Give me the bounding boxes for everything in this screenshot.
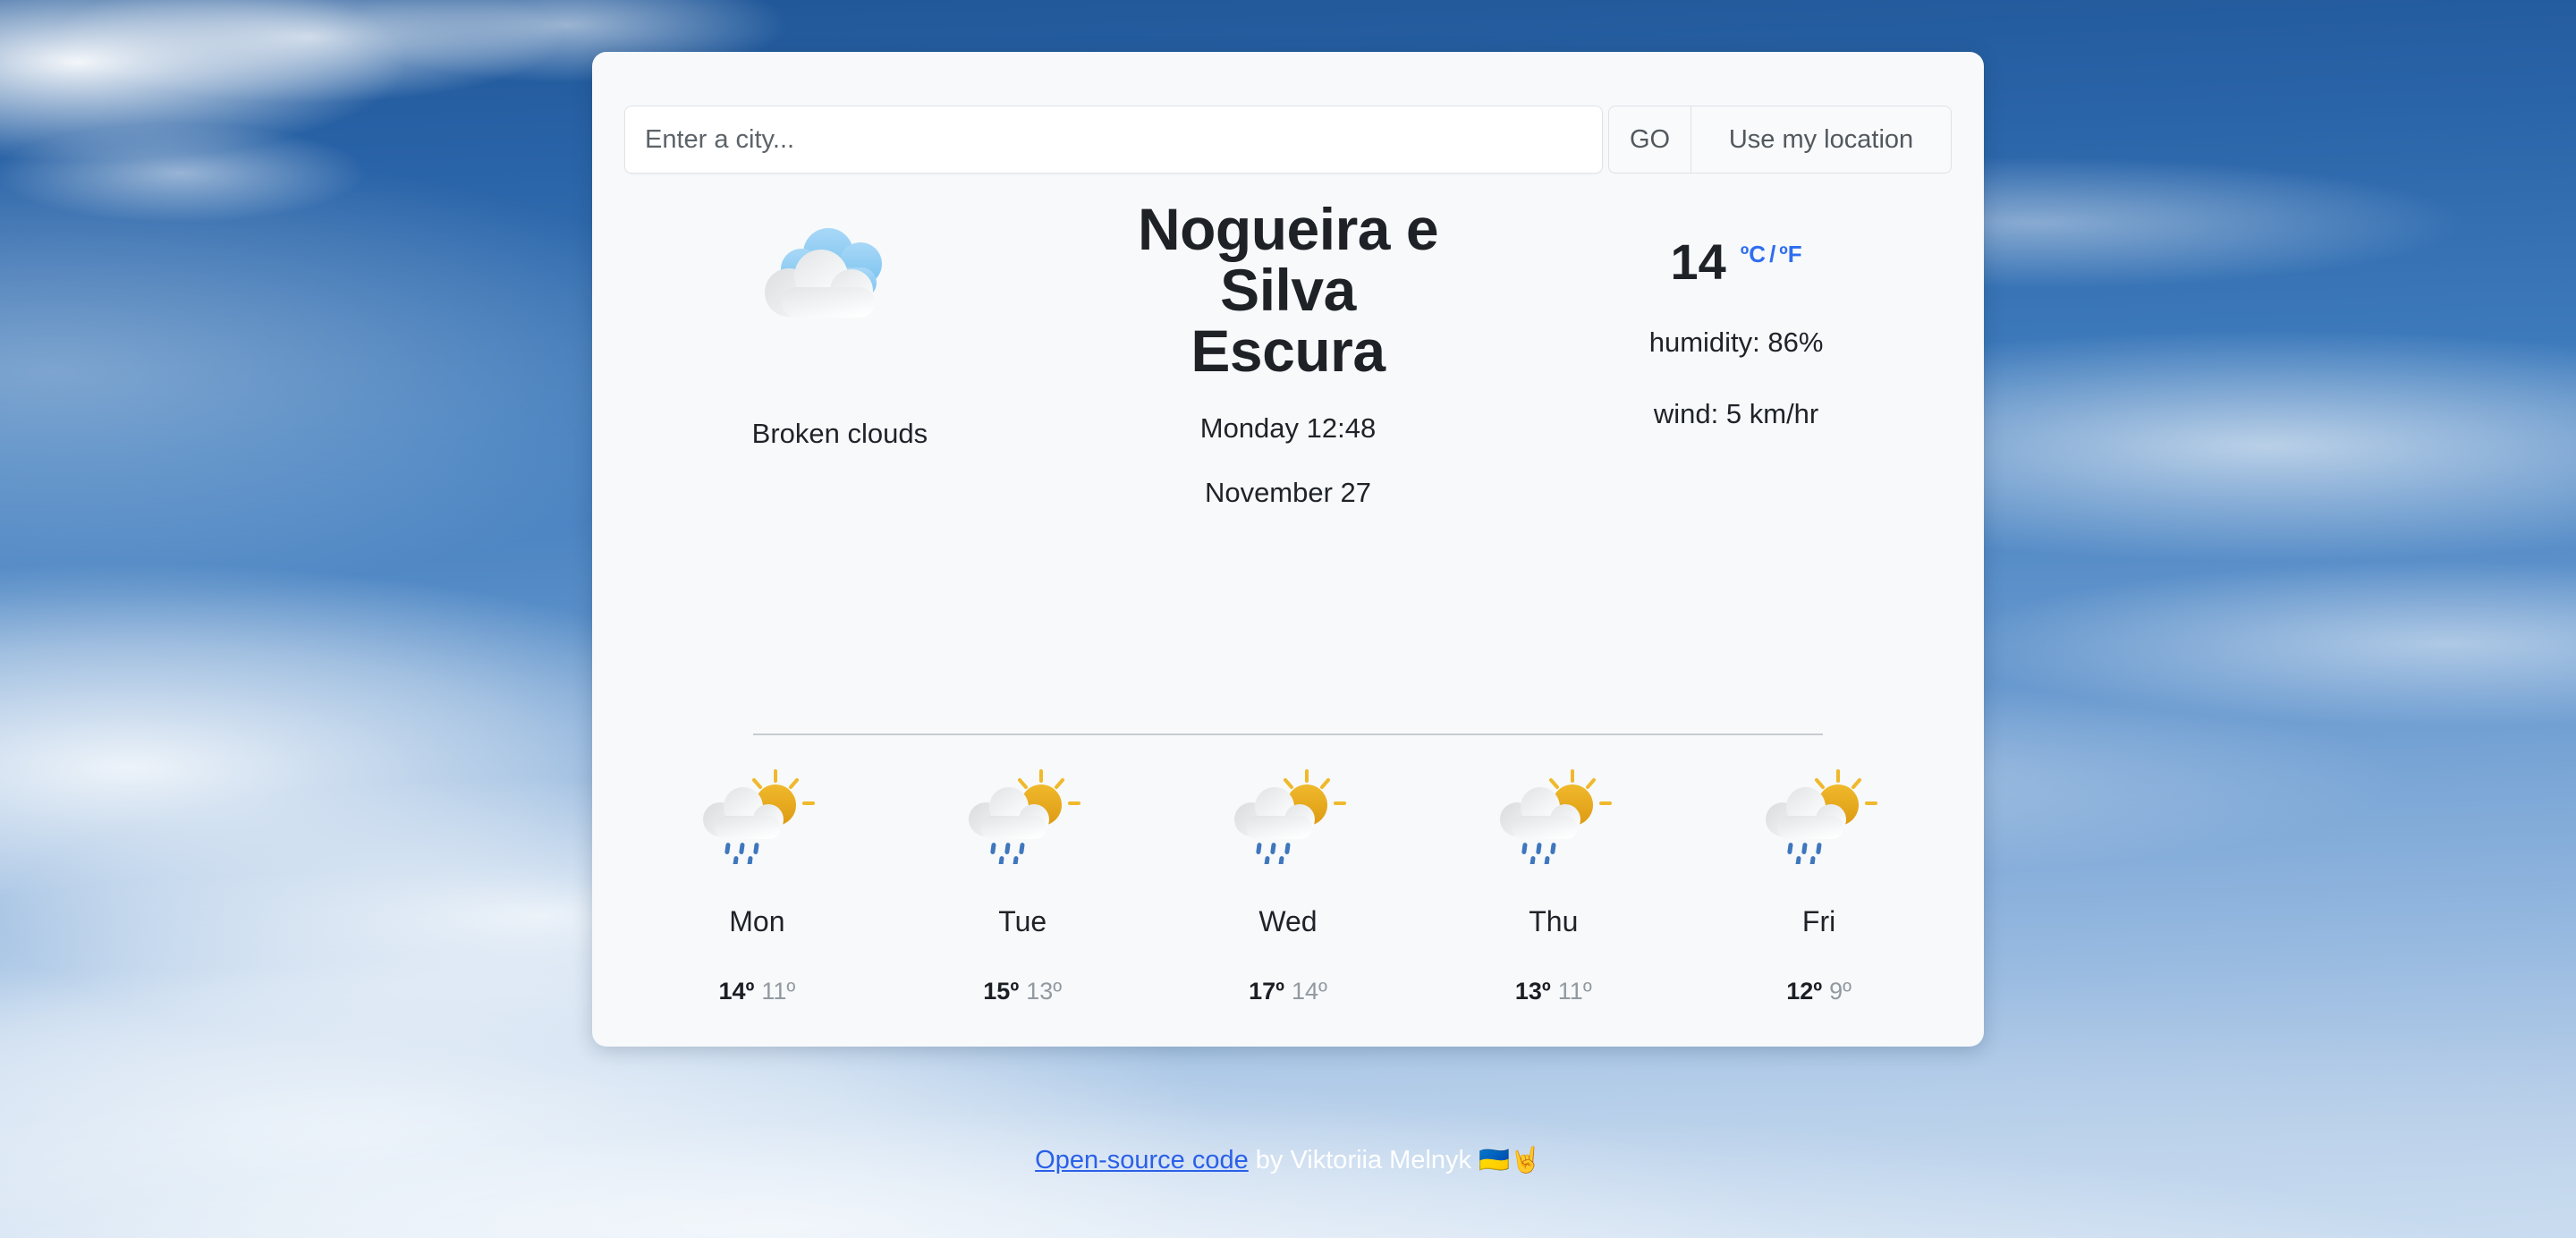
section-divider	[753, 733, 1823, 735]
humidity-value: humidity: 86%	[1648, 326, 1824, 358]
broken-clouds-icon	[746, 199, 934, 369]
forecast-temps: 12º 9º	[1786, 978, 1852, 1005]
forecast-temps: 13º 11º	[1515, 978, 1592, 1005]
wind-value: wind: 5 km/hr	[1653, 398, 1819, 429]
location-column: Nogueira e Silva Escura Monday 12:48 Nov…	[1055, 199, 1521, 509]
fahrenheit-link[interactable]: ºF	[1779, 241, 1801, 267]
forecast-day-name: Fri	[1801, 905, 1836, 937]
temperature-column: 14 ºC / ºF humidity: 86% wind: 5 km/hr	[1521, 199, 1952, 430]
forecast-day-name: Wed	[1258, 905, 1318, 937]
forecast-temps: 15º 13º	[983, 978, 1062, 1005]
current-date: November 27	[1204, 476, 1372, 508]
forecast-max-temp: 12º	[1786, 978, 1823, 1005]
open-source-code-link[interactable]: Open-source code	[1035, 1146, 1249, 1174]
weather-card: GO Use my location	[592, 52, 1984, 1047]
forecast-day: Wed 17º 14º	[1156, 767, 1421, 1005]
unit-toggle: ºC / ºF	[1741, 241, 1802, 268]
forecast-min-temp: 11º	[1557, 978, 1592, 1005]
sun-cloud-rain-icon	[1487, 767, 1621, 864]
current-time: Monday 12:48	[1199, 411, 1377, 444]
sun-cloud-rain-icon	[955, 767, 1089, 864]
condition-description: Broken clouds	[751, 418, 928, 449]
temperature-row: 14 ºC / ºF	[1670, 237, 1801, 287]
forecast-day: Tue 15º 13º	[890, 767, 1156, 1005]
forecast-day: Mon 14º 11º	[624, 767, 890, 1005]
celsius-link[interactable]: ºC	[1741, 241, 1766, 267]
forecast-max-temp: 14º	[718, 978, 755, 1005]
forecast-min-temp: 11º	[761, 978, 796, 1005]
forecast-min-temp: 9º	[1829, 978, 1852, 1005]
forecast-min-temp: 13º	[1026, 978, 1063, 1005]
forecast-temps: 17º 14º	[1249, 978, 1327, 1005]
current-condition-column: Broken clouds	[624, 199, 1055, 450]
forecast-min-temp: 14º	[1291, 978, 1327, 1005]
ukraine-flag-icon: 🇺🇦	[1479, 1146, 1510, 1174]
sun-cloud-rain-icon	[1752, 767, 1886, 864]
sun-cloud-rain-icon	[690, 767, 824, 864]
page-title: Nogueira e Silva Escura	[1137, 196, 1439, 384]
search-button-group: GO Use my location	[1608, 106, 1952, 174]
search-bar: GO Use my location	[624, 106, 1952, 174]
forecast-max-temp: 13º	[1514, 978, 1551, 1005]
use-my-location-button[interactable]: Use my location	[1690, 106, 1952, 174]
forecast-day: Thu 13º 11º	[1420, 767, 1686, 1005]
search-input[interactable]	[624, 106, 1603, 174]
forecast-temps: 14º 11º	[719, 978, 796, 1005]
forecast-max-temp: 17º	[1249, 978, 1284, 1005]
current-temperature: 14	[1670, 233, 1726, 290]
unit-separator: /	[1769, 241, 1776, 267]
footer: Open-source code by Viktoriia Melnyk 🇺🇦🤘	[0, 1145, 2576, 1175]
forecast-day: Fri 12º 9º	[1686, 767, 1952, 1005]
rock-hand-icon: 🤘	[1509, 1146, 1541, 1174]
forecast-day-name: Thu	[1529, 905, 1579, 937]
forecast-row: Mon 14º 11º Tue 15º 13º Wed 17º 14º Thu …	[624, 767, 1952, 1005]
go-button[interactable]: GO	[1608, 106, 1690, 174]
sun-cloud-rain-icon	[1221, 767, 1355, 864]
footer-credit: by Viktoriia Melnyk	[1248, 1146, 1479, 1174]
forecast-max-temp: 15º	[983, 978, 1020, 1005]
forecast-day-name: Mon	[729, 905, 785, 937]
forecast-day-name: Tue	[998, 905, 1047, 937]
current-conditions: Broken clouds Nogueira e Silva Escura Mo…	[624, 199, 1952, 509]
